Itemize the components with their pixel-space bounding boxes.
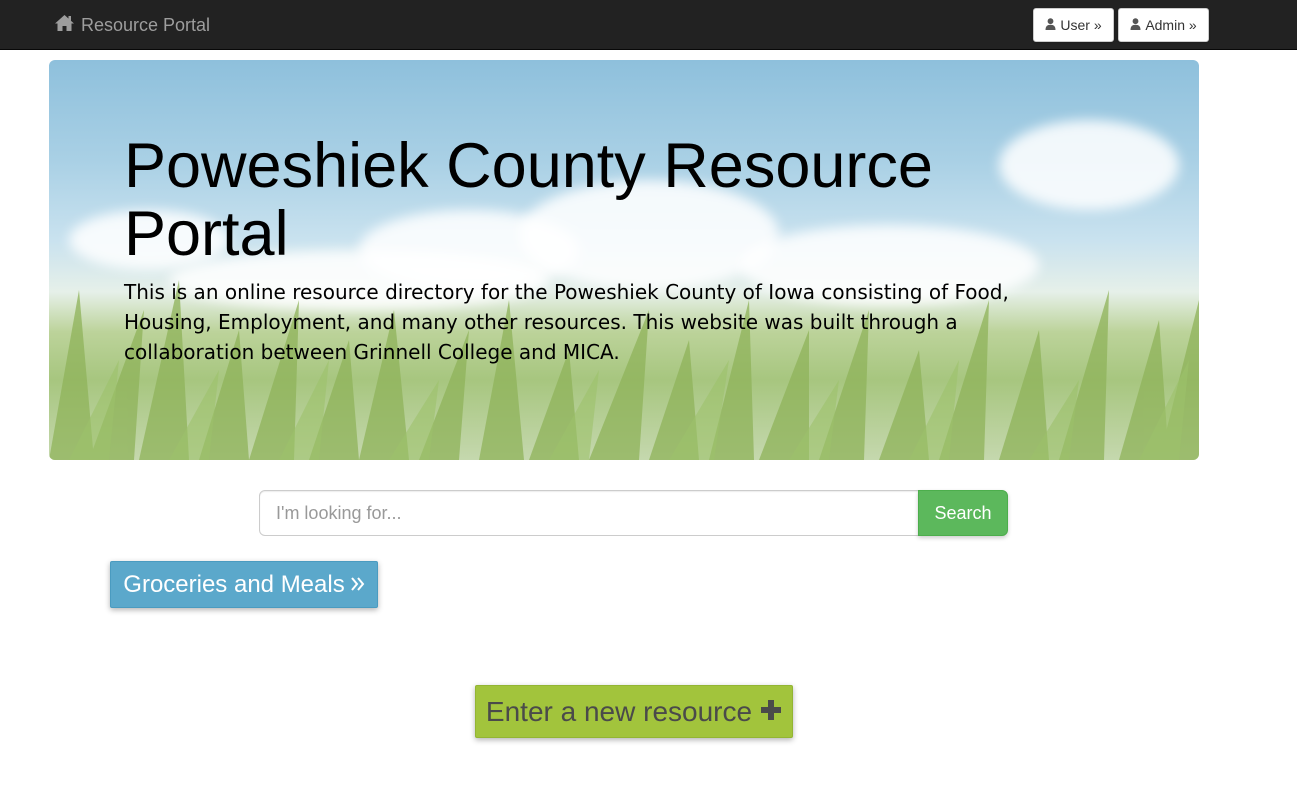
hero-banner: Poweshiek County Resource Portal This is… bbox=[49, 60, 1199, 460]
home-icon bbox=[54, 14, 81, 37]
double-chevron-right-icon bbox=[350, 571, 365, 599]
hero-description: This is an online resource directory for… bbox=[124, 280, 1009, 364]
admin-button[interactable]: Admin » bbox=[1118, 8, 1209, 42]
page-title: Poweshiek County Resource Portal bbox=[124, 131, 933, 269]
user-icon bbox=[1045, 17, 1056, 33]
top-navbar: Resource Portal User » Admin » bbox=[0, 0, 1297, 50]
plus-icon bbox=[760, 696, 782, 728]
enter-new-resource-button[interactable]: Enter a new resource bbox=[475, 685, 793, 738]
search-input[interactable] bbox=[259, 490, 919, 536]
category-button-label: Groceries and Meals bbox=[123, 570, 345, 598]
brand-link[interactable]: Resource Portal bbox=[54, 14, 210, 36]
brand-label: Resource Portal bbox=[81, 14, 211, 35]
new-resource-label: Enter a new resource bbox=[485, 695, 753, 727]
user-button[interactable]: User » bbox=[1033, 8, 1114, 42]
category-button-groceries[interactable]: Groceries and Meals bbox=[110, 561, 378, 608]
user-button-label: User » bbox=[1060, 17, 1102, 33]
admin-button-label: Admin » bbox=[1145, 17, 1197, 33]
search-button[interactable]: Search bbox=[918, 490, 1008, 536]
user-icon bbox=[1130, 17, 1141, 33]
